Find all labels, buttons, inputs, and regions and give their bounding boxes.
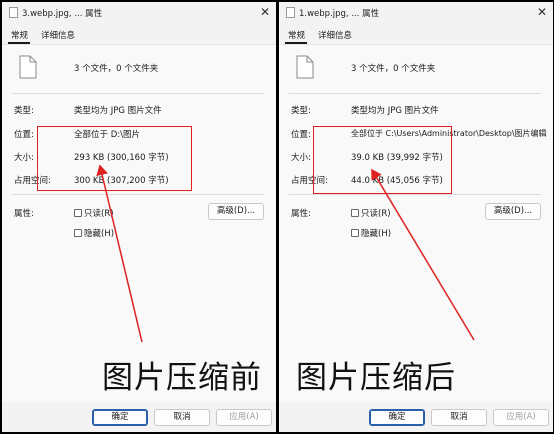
arrow-after [371,168,475,341]
caption-before: 图片压缩前 [102,360,262,396]
annotation-arrows [96,164,475,343]
caption-after: 图片压缩后 [296,360,456,396]
arrow-before [96,164,143,343]
